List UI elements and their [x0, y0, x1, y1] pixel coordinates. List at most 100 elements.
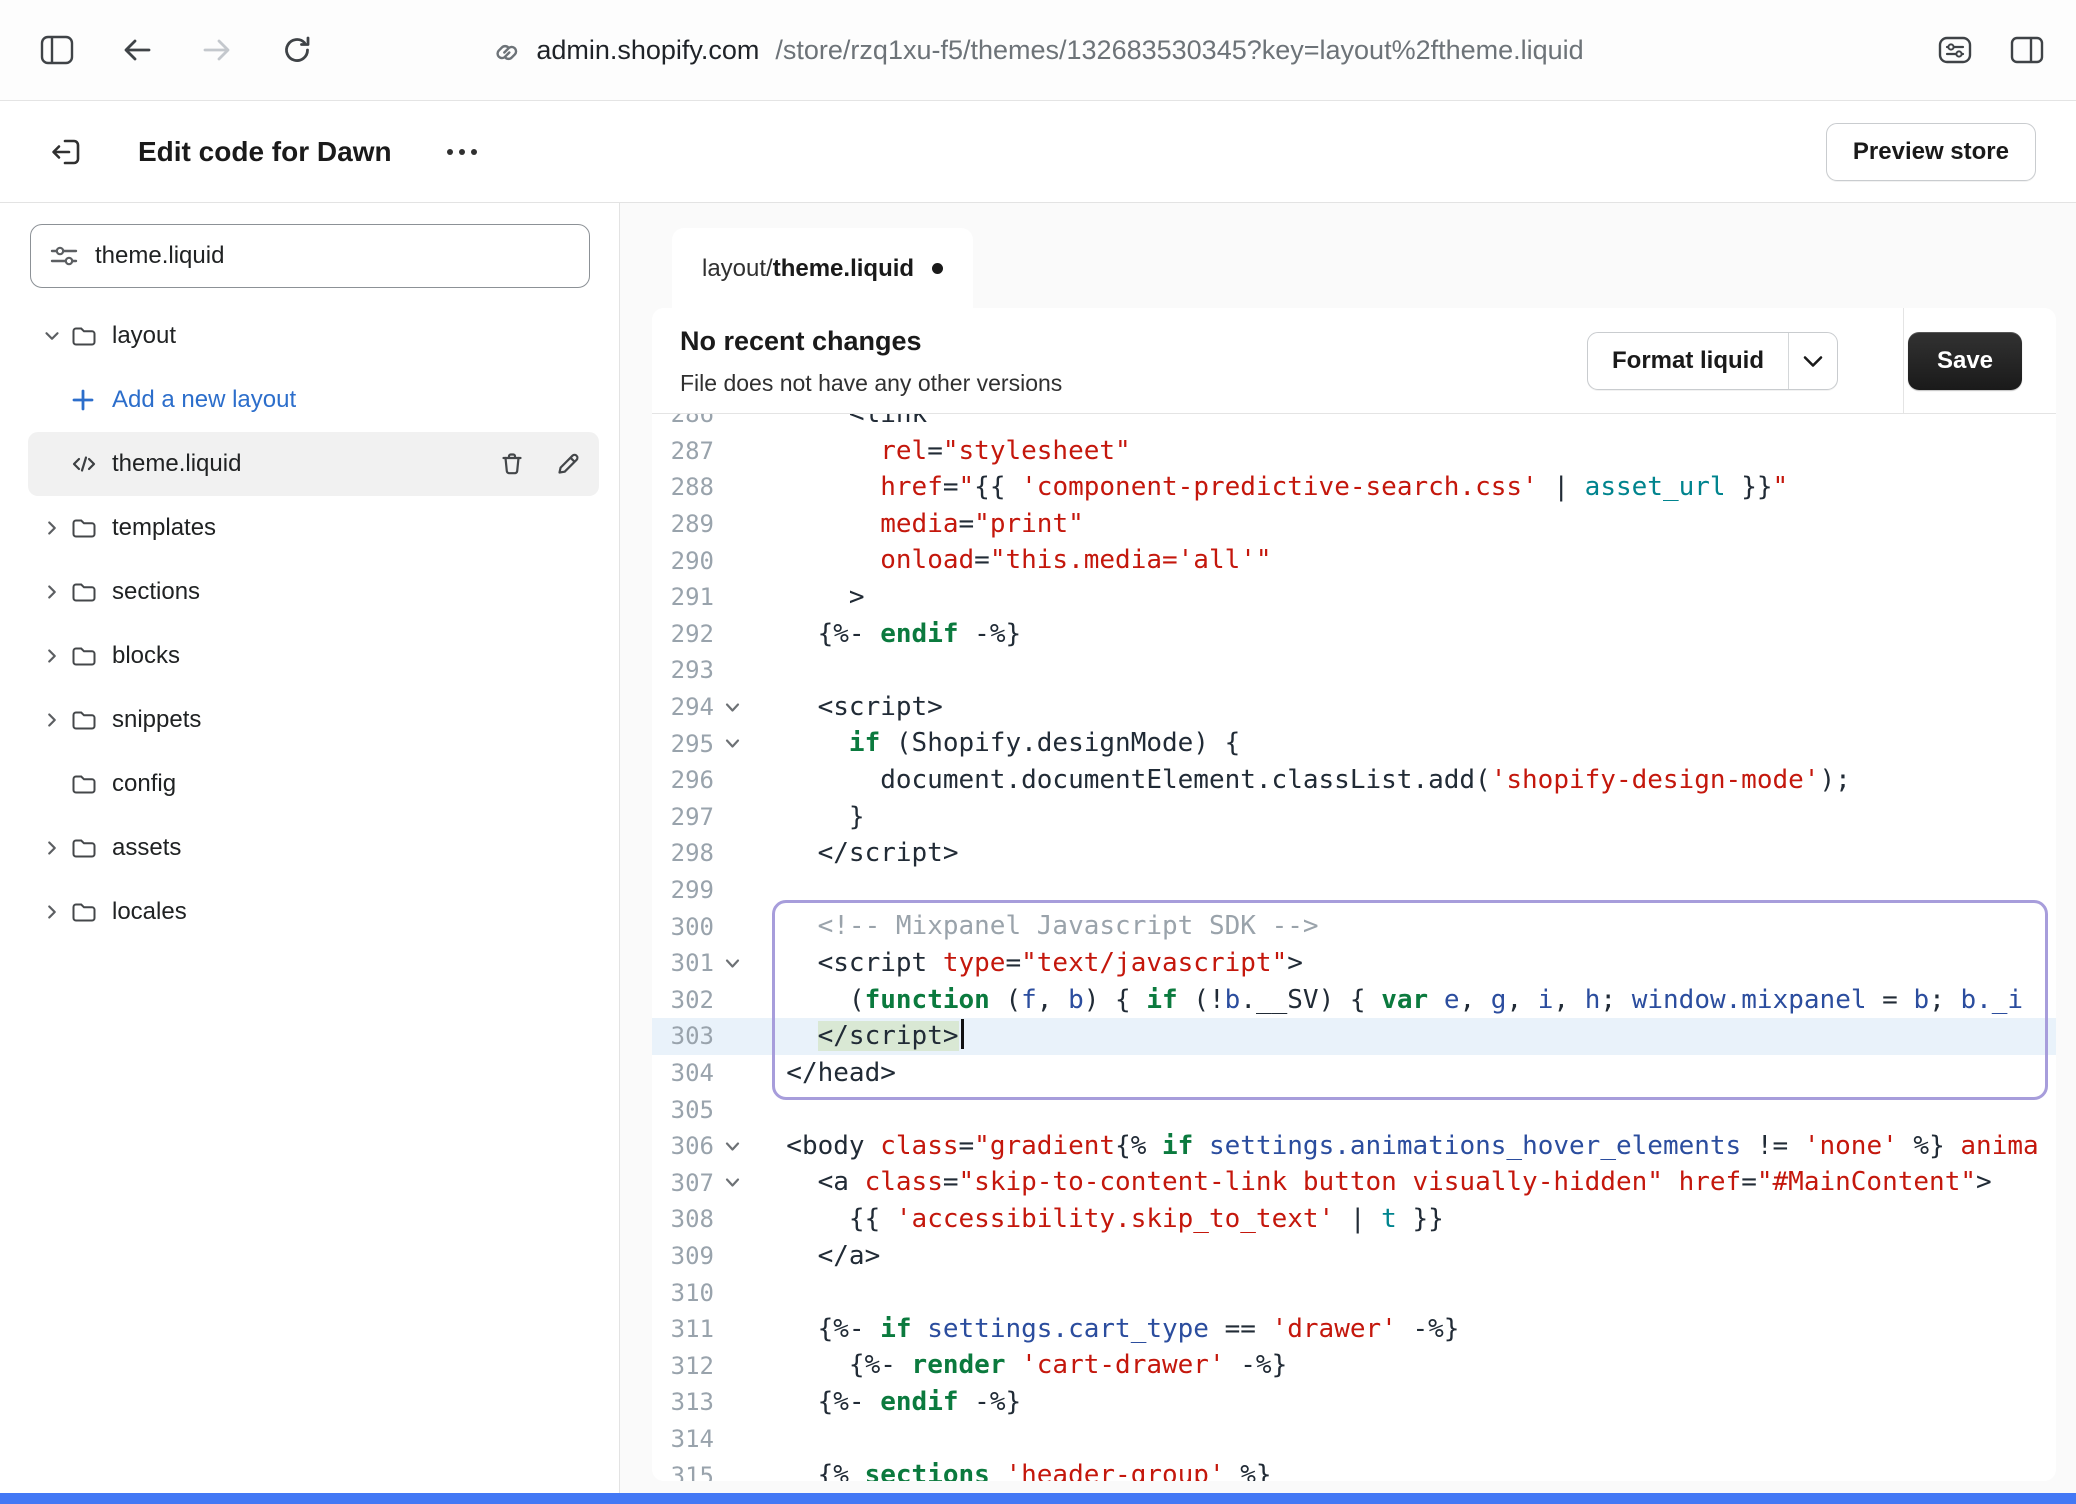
sidebar-item-label: layout: [112, 322, 176, 350]
more-actions-icon[interactable]: [438, 132, 486, 172]
rename-file-icon[interactable]: [551, 447, 585, 481]
code-line-315[interactable]: {% sections 'header-group' %}: [755, 1457, 2056, 1481]
file-sidebar: layout Add a new layouttheme.liquidtempla…: [0, 203, 620, 1493]
file-search[interactable]: [30, 224, 590, 288]
code-line-297[interactable]: }: [755, 799, 2056, 836]
extensions-icon[interactable]: [1936, 31, 1974, 69]
code-line-295[interactable]: if (Shopify.designMode) {: [755, 725, 2056, 762]
sidebar-item-config[interactable]: config: [28, 752, 599, 816]
sidebar-item-add-a-new-layout[interactable]: Add a new layout: [28, 368, 599, 432]
code-line-304[interactable]: </head>: [755, 1055, 2056, 1092]
split-view-icon[interactable]: [2008, 31, 2046, 69]
search-input[interactable]: [95, 242, 571, 270]
filter-icon: [49, 243, 79, 269]
tab-file-name: theme.liquid: [773, 255, 914, 282]
code-line-308[interactable]: {{ 'accessibility.skip_to_text' | t }}: [755, 1201, 2056, 1238]
text-cursor: [961, 1019, 964, 1049]
chevron-down-icon[interactable]: [1789, 333, 1837, 389]
code-line-286[interactable]: <link: [755, 414, 2056, 433]
save-button[interactable]: Save: [1908, 332, 2022, 390]
fold-toggle-icon[interactable]: [714, 958, 750, 969]
code-line-303[interactable]: </script>: [755, 1018, 2056, 1055]
code-line-293[interactable]: [755, 652, 2056, 689]
code-line-302[interactable]: (function (f, b) { if (!b.__SV) { var e,…: [755, 982, 2056, 1019]
link-icon: [492, 36, 520, 64]
code-line-300[interactable]: <!-- Mixpanel Javascript SDK -->: [755, 908, 2056, 945]
code-line-310[interactable]: [755, 1274, 2056, 1311]
tab-theme-liquid[interactable]: layout/theme.liquid: [672, 228, 973, 309]
code-line-299[interactable]: [755, 872, 2056, 909]
fold-toggle-icon[interactable]: [714, 738, 750, 749]
code-line-289[interactable]: media="print": [755, 506, 2056, 543]
browser-sidebar-toggle-icon[interactable]: [38, 31, 76, 69]
forward-button-icon[interactable]: [198, 31, 236, 69]
sidebar-item-templates[interactable]: templates: [28, 496, 599, 560]
folder-icon: [70, 578, 112, 606]
sidebar-item-label: snippets: [112, 706, 201, 734]
chevron-right-icon[interactable]: [34, 837, 70, 859]
line-number: 315: [652, 1462, 714, 1481]
fold-toggle-icon[interactable]: [714, 1141, 750, 1152]
folder-icon: [70, 770, 112, 798]
line-number: 296: [652, 766, 714, 794]
folder-icon: [70, 898, 112, 926]
page-title: Edit code for Dawn: [138, 136, 392, 168]
chevron-right-icon[interactable]: [34, 709, 70, 731]
preview-store-button[interactable]: Preview store: [1826, 123, 2036, 181]
chevron-right-icon[interactable]: [34, 645, 70, 667]
browser-chrome: admin.shopify.com/store/rzq1xu-f5/themes…: [0, 0, 2076, 101]
code-line-287[interactable]: rel="stylesheet": [755, 433, 2056, 470]
line-number: 301: [652, 949, 714, 977]
code-line-296[interactable]: document.documentElement.classList.add('…: [755, 762, 2056, 799]
delete-file-icon[interactable]: [495, 447, 529, 481]
url-path: /store/rzq1xu-f5/themes/132683530345?key…: [775, 35, 1583, 66]
sidebar-item-theme-liquid[interactable]: theme.liquid: [28, 432, 599, 496]
line-number: 308: [652, 1205, 714, 1233]
line-number: 309: [652, 1242, 714, 1270]
sidebar-item-sections[interactable]: sections: [28, 560, 599, 624]
chevron-right-icon[interactable]: [34, 901, 70, 923]
line-number: 286: [652, 414, 714, 428]
code-line-294[interactable]: <script>: [755, 689, 2056, 726]
code-line-313[interactable]: {%- endif -%}: [755, 1384, 2056, 1421]
chevron-down-icon[interactable]: [34, 325, 70, 347]
back-button-icon[interactable]: [118, 31, 156, 69]
code-line-314[interactable]: [755, 1421, 2056, 1458]
address-bar[interactable]: admin.shopify.com/store/rzq1xu-f5/themes…: [492, 35, 1583, 66]
code-line-309[interactable]: </a>: [755, 1238, 2056, 1275]
code-line-312[interactable]: {%- render 'cart-drawer' -%}: [755, 1347, 2056, 1384]
line-number: 287: [652, 437, 714, 465]
chevron-right-icon[interactable]: [34, 517, 70, 539]
code-line-290[interactable]: onload="this.media='all'": [755, 542, 2056, 579]
sidebar-item-label: sections: [112, 578, 200, 606]
fold-toggle-icon[interactable]: [714, 702, 750, 713]
chevron-right-icon[interactable]: [34, 581, 70, 603]
code-line-307[interactable]: <a class="skip-to-content-link button vi…: [755, 1164, 2056, 1201]
file-tree: layout Add a new layouttheme.liquidtempla…: [0, 304, 619, 944]
sidebar-item-snippets[interactable]: snippets: [28, 688, 599, 752]
sidebar-item-assets[interactable]: assets: [28, 816, 599, 880]
exit-code-editor-icon[interactable]: [40, 126, 92, 178]
format-liquid-button[interactable]: Format liquid: [1587, 332, 1838, 390]
line-number: 300: [652, 913, 714, 941]
sidebar-item-locales[interactable]: locales: [28, 880, 599, 944]
code-line-305[interactable]: [755, 1091, 2056, 1128]
code-line-298[interactable]: </script>: [755, 835, 2056, 872]
plus-icon: [70, 387, 112, 413]
line-number: 311: [652, 1315, 714, 1343]
code-line-301[interactable]: <script type="text/javascript">: [755, 945, 2056, 982]
sidebar-item-layout[interactable]: layout: [28, 304, 599, 368]
line-number: 288: [652, 473, 714, 501]
reload-button-icon[interactable]: [278, 31, 316, 69]
code-line-292[interactable]: {%- endif -%}: [755, 616, 2056, 653]
line-number: 295: [652, 730, 714, 758]
sidebar-item-blocks[interactable]: blocks: [28, 624, 599, 688]
line-number: 304: [652, 1059, 714, 1087]
code-line-291[interactable]: >: [755, 579, 2056, 616]
code-pane[interactable]: <link rel="stylesheet" href="{{ 'compone…: [755, 414, 2056, 1481]
code-line-306[interactable]: <body class="gradient{% if settings.anim…: [755, 1128, 2056, 1165]
code-line-311[interactable]: {%- if settings.cart_type == 'drawer' -%…: [755, 1311, 2056, 1348]
code-editor[interactable]: 2862872882892902912922932942952962972982…: [652, 414, 2056, 1481]
fold-toggle-icon[interactable]: [714, 1177, 750, 1188]
code-line-288[interactable]: href="{{ 'component-predictive-search.cs…: [755, 469, 2056, 506]
